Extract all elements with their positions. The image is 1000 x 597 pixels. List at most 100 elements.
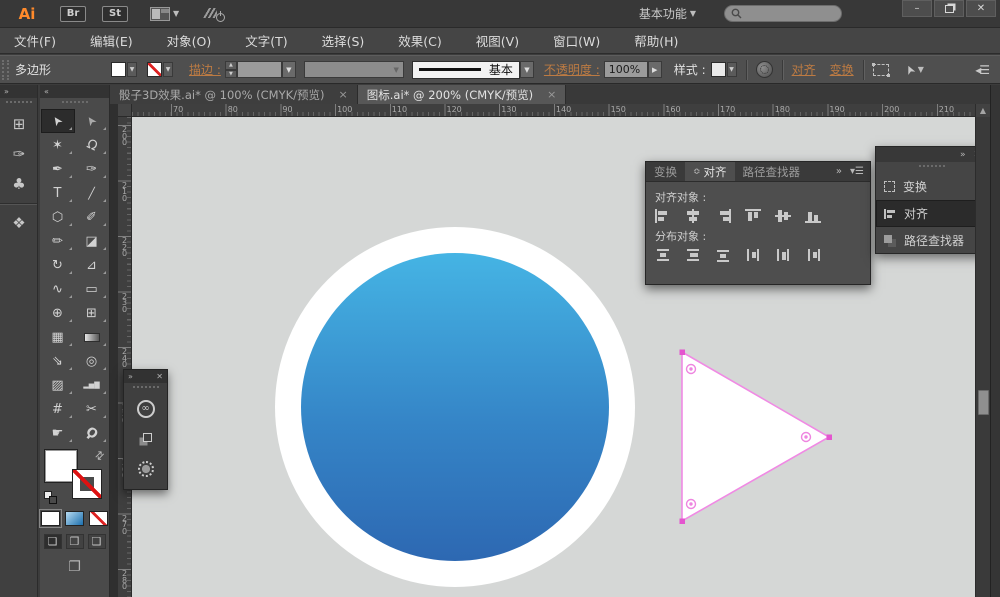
style-swatch[interactable] <box>710 62 726 77</box>
opacity-caret-icon[interactable]: ▶ <box>647 61 662 78</box>
scrollbar-thumb[interactable] <box>978 390 989 415</box>
symbol-screener-icon[interactable] <box>124 454 167 484</box>
hand-tool[interactable]: ☛ <box>41 421 75 445</box>
lasso-tool[interactable]: Ω <box>75 133 109 157</box>
brush-definition-select[interactable]: 基本 <box>411 60 520 79</box>
slice-tool[interactable]: ✂ <box>75 397 109 421</box>
vertical-ruler[interactable]: 200210220230240250260270280 <box>118 117 132 597</box>
stroke-width-field[interactable] <box>236 61 282 78</box>
gradient-tool[interactable] <box>75 325 109 349</box>
workspace-switcher[interactable]: 基本功能 ▼ <box>639 5 696 22</box>
vertical-scrollbar[interactable]: ▲ <box>975 104 990 597</box>
expand-mini-panel-icon[interactable]: » <box>128 372 133 381</box>
dist-v-top[interactable] <box>655 248 673 263</box>
isolate-selection-caret-icon[interactable]: ▼ <box>918 65 924 74</box>
align-panel-link[interactable]: 对齐 <box>792 61 816 78</box>
brush-definition-caret-icon[interactable]: ▼ <box>519 61 534 78</box>
draw-normal-icon[interactable]: ❏ <box>43 534 62 549</box>
column-graph-tool[interactable]: ▂▅▇ <box>75 373 109 397</box>
draw-inside-icon[interactable]: ❑ <box>87 534 106 549</box>
eyedropper-tool[interactable]: ⇘ <box>41 349 75 373</box>
transform-panel-link[interactable]: 变换 <box>830 61 854 78</box>
close-mini-panel-icon[interactable]: ✕ <box>156 372 163 381</box>
document-setup-icon[interactable] <box>755 61 773 78</box>
scale-tool[interactable]: ⊿ <box>75 253 109 277</box>
panel-tab[interactable]: 对齐 <box>685 162 735 181</box>
mini-panel-grip[interactable] <box>132 386 159 392</box>
magic-wand-tool[interactable]: ✶ <box>41 133 75 157</box>
right-dock-grip[interactable] <box>918 165 945 171</box>
free-transform-tool[interactable]: ▭ <box>75 277 109 301</box>
color-button[interactable] <box>39 509 62 528</box>
symbols-panel-icon[interactable]: ♣ <box>0 169 38 199</box>
menu-item[interactable]: 编辑(E) <box>90 31 133 50</box>
style-caret-icon[interactable]: ▼ <box>726 62 737 77</box>
dist-v-bottom[interactable] <box>715 248 733 263</box>
none-button[interactable] <box>89 511 108 526</box>
align-top[interactable] <box>745 209 763 224</box>
pencil-tool[interactable]: ✏ <box>41 229 75 253</box>
selection-tool[interactable]: ➤ <box>40 109 75 133</box>
document-tab[interactable]: 图标.ai* @ 200% (CMYK/预览) × <box>357 85 567 104</box>
dock-item[interactable]: 路径查找器 <box>876 227 987 254</box>
shape-tool[interactable]: ⬡ <box>41 205 75 229</box>
bounding-box-icon[interactable] <box>871 62 890 77</box>
line-segment-tool[interactable]: ╱ <box>75 181 109 205</box>
search-input[interactable] <box>724 5 842 22</box>
control-panel-menu-icon[interactable]: ◂☰ <box>975 63 990 77</box>
stroke-proxy-swatch[interactable] <box>72 469 102 499</box>
menu-item[interactable]: 效果(C) <box>398 31 441 50</box>
draw-behind-icon[interactable]: ❐ <box>65 534 84 549</box>
stroke-link[interactable]: 描边 : <box>189 61 221 78</box>
menu-item[interactable]: 对象(O) <box>167 31 212 50</box>
align-h-center[interactable] <box>685 209 703 224</box>
artboard-tool[interactable]: # <box>41 397 75 421</box>
perspective-grid-tool[interactable]: ⊞ <box>75 301 109 325</box>
bridge-button[interactable]: Br <box>60 5 86 22</box>
dist-v-center[interactable] <box>685 248 703 263</box>
screen-mode-icon[interactable]: ❐ <box>64 559 86 575</box>
stroke-color-swatch[interactable] <box>147 62 163 77</box>
arrange-documents-caret-icon[interactable]: ▼ <box>173 9 179 18</box>
variable-width-profile-select[interactable]: ▼ <box>303 61 404 78</box>
type-tool[interactable]: T <box>41 181 75 205</box>
menu-item[interactable]: 帮助(H) <box>634 31 678 50</box>
menu-item[interactable]: 文字(T) <box>245 31 287 50</box>
gradient-button[interactable] <box>65 511 84 526</box>
menu-item[interactable]: 视图(V) <box>476 31 519 50</box>
cs-live-icon[interactable] <box>203 6 226 22</box>
opacity-link[interactable]: 不透明度 : <box>544 61 600 78</box>
ruler-corner[interactable] <box>118 104 132 117</box>
dock-item[interactable]: 变换 <box>876 173 987 200</box>
dist-h-right[interactable] <box>805 248 823 263</box>
align-v-center[interactable] <box>775 209 793 224</box>
close-button[interactable]: ✕ <box>966 0 996 17</box>
panel-tab[interactable]: 变换 <box>646 162 685 181</box>
align-bottom[interactable] <box>805 209 823 224</box>
swap-fill-stroke-icon[interactable]: ⇄ <box>92 448 108 464</box>
stock-button[interactable]: St <box>102 5 128 22</box>
brushes-panel-icon[interactable]: ✑ <box>0 139 38 169</box>
arrange-documents-icon[interactable] <box>150 6 170 21</box>
stroke-color-caret-icon[interactable]: ▼ <box>163 62 174 77</box>
tools-grip[interactable] <box>61 101 88 107</box>
panel-menu-icon[interactable]: ▾☰ <box>850 166 864 177</box>
width-tool[interactable]: ∿ <box>41 277 75 301</box>
scroll-up-icon[interactable]: ▲ <box>976 104 990 117</box>
collapse-dock-icon[interactable]: » <box>960 150 966 160</box>
zoom-tool[interactable]: Ϙ <box>75 421 109 445</box>
rotate-tool[interactable]: ↻ <box>41 253 75 277</box>
symbol-sprayer-tool[interactable]: ▨ <box>41 373 75 397</box>
pen-tool[interactable]: ✒ <box>41 157 75 181</box>
creative-cloud-icon[interactable]: ∞ <box>124 394 167 424</box>
scale-panel-icon[interactable] <box>124 424 167 454</box>
artboards-panel-icon[interactable]: ⊞ <box>0 109 38 139</box>
layers-panel-icon[interactable]: ❖ <box>0 208 38 238</box>
collapse-tools-icon[interactable]: « <box>44 87 49 96</box>
minimize-button[interactable]: – <box>902 0 932 17</box>
expand-panels-icon[interactable]: » <box>4 87 9 96</box>
control-bar-grip[interactable] <box>2 59 9 80</box>
horizontal-ruler[interactable]: 70 80 90 100 110 120 130 140 150 160 170 180 190 200 2… <box>132 104 975 117</box>
fill-color-swatch[interactable] <box>111 62 127 77</box>
eraser-tool[interactable]: ◪ <box>75 229 109 253</box>
